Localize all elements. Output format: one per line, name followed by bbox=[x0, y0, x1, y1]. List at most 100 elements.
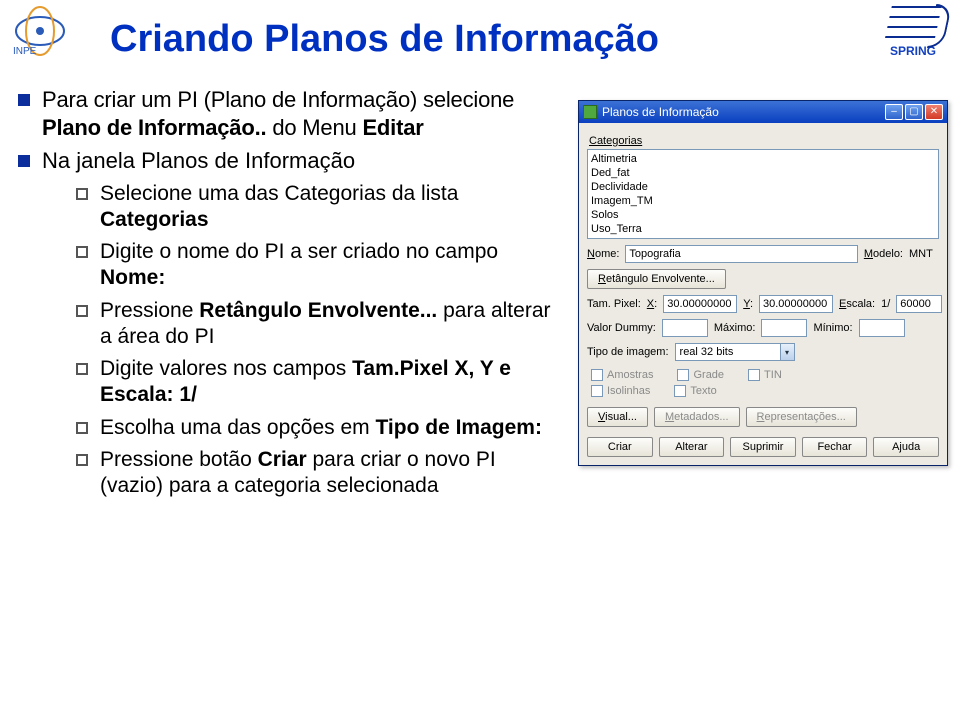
s1p1: Categorias bbox=[100, 208, 209, 231]
retangulo-envolvente-button[interactable]: RRetângulo Envolvente...etângulo Envolve… bbox=[587, 269, 726, 289]
inpe-text: INPE bbox=[13, 46, 37, 56]
valor-dummy-input[interactable] bbox=[662, 319, 708, 337]
sub-3-text: Pressione Retângulo Envolvente... para a… bbox=[100, 298, 558, 351]
s2p0: Digite o nome do PI a ser criado no camp… bbox=[100, 240, 498, 263]
tipo-imagem-label: Tipo de imagem: bbox=[587, 346, 669, 358]
nome-label: Nome: bbox=[587, 248, 619, 260]
list-item[interactable]: Imagem_TM bbox=[591, 194, 935, 208]
sub-square-icon bbox=[76, 305, 88, 317]
ajuda-button[interactable]: Ajuda bbox=[873, 437, 939, 457]
criar-button[interactable]: Criar bbox=[587, 437, 653, 457]
sub-4-text: Digite valores nos campos Tam.Pixel X, Y… bbox=[100, 356, 558, 409]
list-item[interactable]: Declividade bbox=[591, 180, 935, 194]
modelo-label: Modelo: bbox=[864, 248, 903, 260]
list-item[interactable]: Uso_Terra bbox=[591, 222, 935, 236]
maximize-button[interactable]: ▢ bbox=[905, 104, 923, 120]
bullet-1: Para criar um PI (Plano de Informação) s… bbox=[18, 86, 558, 141]
s1p0: Selecione uma das Categorias da lista bbox=[100, 182, 458, 205]
tipo-imagem-combo[interactable]: real 32 bits ▾ bbox=[675, 343, 795, 361]
sub-square-icon bbox=[76, 363, 88, 375]
sub-5-text: Escolha uma das opções em Tipo de Imagem… bbox=[100, 415, 542, 441]
s6p1: Criar bbox=[258, 448, 307, 471]
categorias-label: Categorias bbox=[589, 135, 939, 147]
chevron-down-icon: ▾ bbox=[780, 344, 794, 360]
tipo-imagem-value: real 32 bits bbox=[676, 346, 780, 358]
alterar-button[interactable]: Alterar bbox=[659, 437, 725, 457]
slide-title: Criando Planos de Informação bbox=[110, 18, 659, 61]
b1-p0: Para criar um PI (Plano de Informação) s… bbox=[42, 87, 514, 112]
check-texto[interactable]: Texto bbox=[674, 385, 716, 397]
dialog-titlebar[interactable]: Planos de Informação – ▢ ✕ bbox=[579, 101, 947, 123]
inpe-logo: INPE bbox=[10, 6, 70, 56]
s2p1: Nome: bbox=[100, 266, 165, 289]
sub-5: Escolha uma das opções em Tipo de Imagem… bbox=[76, 415, 558, 441]
sub-square-icon bbox=[76, 422, 88, 434]
b1-p3: Editar bbox=[362, 115, 423, 140]
sub-square-icon bbox=[76, 188, 88, 200]
x-label: X: bbox=[647, 298, 657, 310]
metadados-button[interactable]: Metadados... bbox=[654, 407, 740, 427]
b1-p1: Plano de Informação.. bbox=[42, 115, 266, 140]
sub-4: Digite valores nos campos Tam.Pixel X, Y… bbox=[76, 356, 558, 409]
bullet-2: Na janela Planos de Informação bbox=[18, 147, 558, 175]
planos-dialog: Planos de Informação – ▢ ✕ Categorias Al… bbox=[578, 100, 948, 466]
escala-prefix: 1/ bbox=[881, 298, 890, 310]
s4p0: Digite valores nos campos bbox=[100, 357, 352, 380]
minimo-label: Mínimo: bbox=[813, 322, 852, 334]
s3p0: Pressione bbox=[100, 299, 199, 322]
modelo-value: MNT bbox=[909, 248, 939, 260]
sub-1-text: Selecione uma das Categorias da lista Ca… bbox=[100, 181, 558, 234]
spring-label: SPRING bbox=[878, 44, 948, 58]
bullet-square-icon bbox=[18, 155, 30, 167]
dialog-body: Categorias Altimetria Ded_fat Declividad… bbox=[579, 123, 947, 465]
x-input[interactable] bbox=[663, 295, 737, 313]
list-item[interactable]: Solos bbox=[591, 208, 935, 222]
slide-content: Para criar um PI (Plano de Informação) s… bbox=[18, 86, 558, 505]
b1-p2: do Menu bbox=[266, 115, 362, 140]
list-item[interactable]: Ded_fat bbox=[591, 166, 935, 180]
sub-6: Pressione botão Criar para criar o novo … bbox=[76, 447, 558, 500]
suprimir-button[interactable]: Suprimir bbox=[730, 437, 796, 457]
nome-input[interactable] bbox=[625, 245, 857, 263]
check-tin[interactable]: TIN bbox=[748, 369, 782, 381]
maximo-label: Máximo: bbox=[714, 322, 756, 334]
sub-6-text: Pressione botão Criar para criar o novo … bbox=[100, 447, 558, 500]
check-isolinhas[interactable]: Isolinhas bbox=[591, 385, 650, 397]
spring-logo: SPRING bbox=[878, 6, 948, 62]
valor-dummy-label: Valor Dummy: bbox=[587, 322, 656, 334]
close-button[interactable]: ✕ bbox=[925, 104, 943, 120]
bullet-square-icon bbox=[18, 94, 30, 106]
sub-1: Selecione uma das Categorias da lista Ca… bbox=[76, 181, 558, 234]
sub-square-icon bbox=[76, 454, 88, 466]
escala-input[interactable] bbox=[896, 295, 942, 313]
s3p1: Retângulo Envolvente... bbox=[199, 299, 437, 322]
check-grade[interactable]: Grade bbox=[677, 369, 724, 381]
representacoes-button[interactable]: Representações... bbox=[746, 407, 857, 427]
spring-grid-icon bbox=[884, 6, 942, 42]
minimize-button[interactable]: – bbox=[885, 104, 903, 120]
escala-label: Escala: bbox=[839, 298, 875, 310]
minimo-input[interactable] bbox=[859, 319, 905, 337]
s6p0: Pressione botão bbox=[100, 448, 258, 471]
checks-row-1: Amostras Grade TIN bbox=[587, 369, 939, 381]
bullet-1-text: Para criar um PI (Plano de Informação) s… bbox=[42, 86, 558, 141]
tam-pixel-label: Tam. Pixel: bbox=[587, 298, 641, 310]
bullet-2-text: Na janela Planos de Informação bbox=[42, 147, 355, 175]
y-label: Y: bbox=[743, 298, 753, 310]
check-amostras[interactable]: Amostras bbox=[591, 369, 653, 381]
y-input[interactable] bbox=[759, 295, 833, 313]
dialog-title: Planos de Informação bbox=[602, 105, 883, 119]
visual-button[interactable]: Visual... bbox=[587, 407, 648, 427]
app-icon bbox=[583, 105, 597, 119]
categorias-listbox[interactable]: Altimetria Ded_fat Declividade Imagem_TM… bbox=[587, 149, 939, 239]
s5p1: Tipo de Imagem: bbox=[375, 416, 541, 439]
sub-2: Digite o nome do PI a ser criado no camp… bbox=[76, 239, 558, 292]
fechar-button[interactable]: Fechar bbox=[802, 437, 868, 457]
s5p0: Escolha uma das opções em bbox=[100, 416, 375, 439]
checks-row-2: Isolinhas Texto bbox=[587, 385, 939, 397]
sub-2-text: Digite o nome do PI a ser criado no camp… bbox=[100, 239, 558, 292]
maximo-input[interactable] bbox=[761, 319, 807, 337]
sub-3: Pressione Retângulo Envolvente... para a… bbox=[76, 298, 558, 351]
sub-square-icon bbox=[76, 246, 88, 258]
list-item[interactable]: Altimetria bbox=[591, 152, 935, 166]
